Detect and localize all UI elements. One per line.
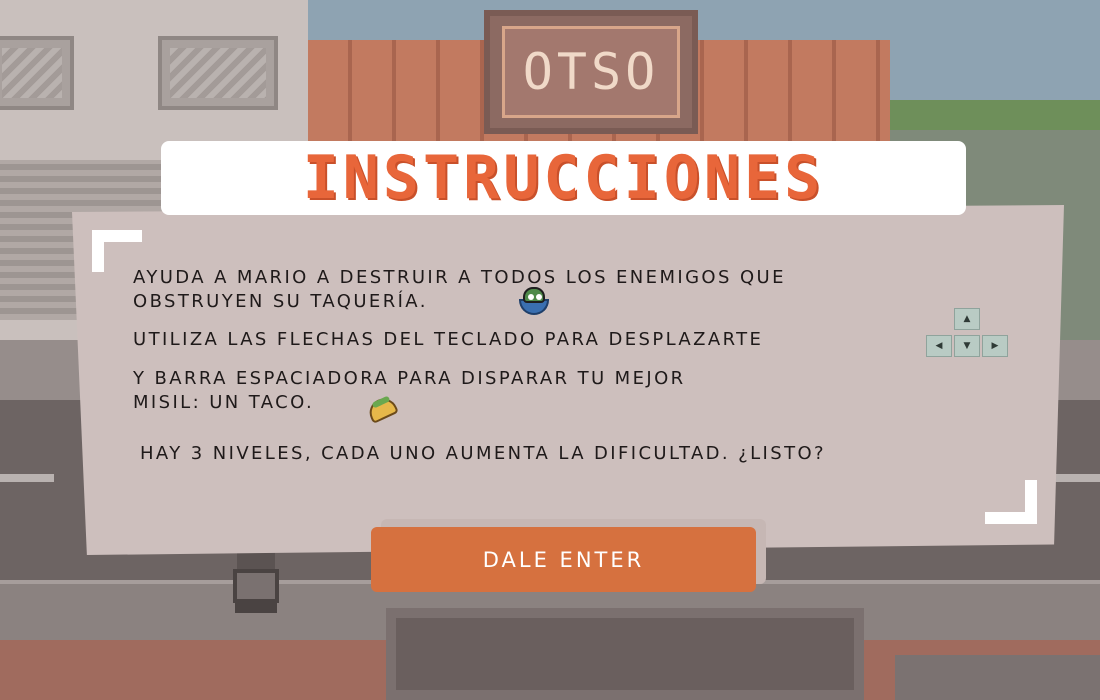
instruction-line: Y BARRA ESPACIADORA PARA DISPARAR TU MEJ… — [133, 368, 686, 389]
instruction-line: HAY 3 NIVELES, CADA UNO AUMENTA LA DIFIC… — [140, 443, 827, 464]
foreground-block — [895, 655, 1100, 700]
title-banner: INSTRUCCIONES — [161, 141, 966, 215]
road-stripe — [0, 474, 54, 482]
arrow-up-key-icon: ▲ — [954, 308, 980, 330]
corner-bracket-bottom-right — [1025, 480, 1037, 524]
foreground-crate — [386, 608, 864, 700]
instruction-line: OBSTRUYEN SU TAQUERÍA. — [133, 291, 428, 312]
instruction-line: UTILIZA LAS FLECHAS DEL TECLADO PARA DES… — [133, 329, 764, 350]
corner-bracket-top-left — [92, 230, 104, 272]
instruction-line: AYUDA A MARIO A DESTRUIR A TODOS LOS ENE… — [133, 267, 786, 288]
page-title: INSTRUCCIONES — [302, 143, 825, 213]
taco-icon — [365, 393, 399, 424]
shop-sign-text: OTSO — [522, 43, 660, 101]
salad-bowl-enemy-icon — [517, 285, 551, 319]
start-button[interactable]: DALE ENTER — [371, 527, 756, 592]
instruction-line: MISIL: UN TACO. — [133, 392, 315, 413]
shop-sign: OTSO — [484, 10, 698, 134]
building-window — [158, 36, 278, 110]
arrow-left-key-icon: ◀ — [926, 335, 952, 357]
building-window — [0, 36, 74, 110]
arrow-right-key-icon: ▶ — [982, 335, 1008, 357]
start-button-label: DALE ENTER — [482, 547, 645, 572]
player-character-sprite — [225, 545, 287, 613]
arrow-down-key-icon: ▼ — [954, 335, 980, 357]
